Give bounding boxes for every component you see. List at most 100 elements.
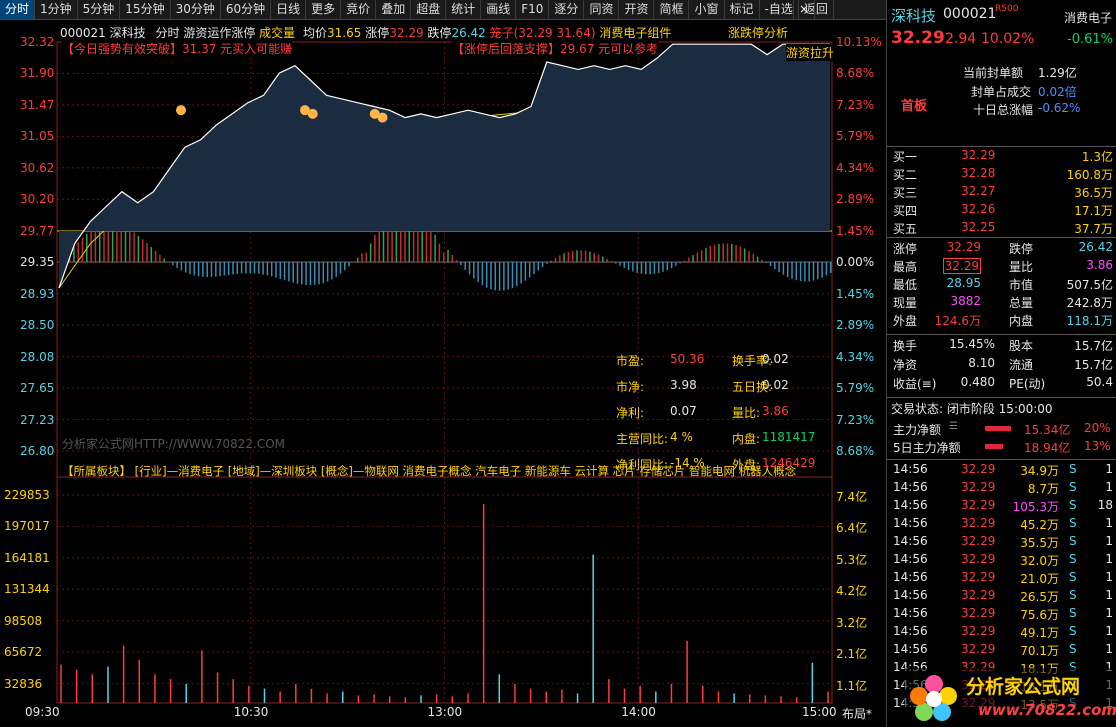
inner-value: 1181417 bbox=[762, 430, 816, 444]
header-limitdown-value: 26.42 bbox=[451, 26, 486, 40]
toolbar-item-11[interactable]: 统计 bbox=[446, 0, 482, 19]
pct-tick-label: 7.23% bbox=[836, 97, 875, 112]
header-cage: 笼子(32.29 31.64) bbox=[489, 26, 596, 40]
amount-tick-label: 2.1亿 bbox=[836, 647, 868, 662]
five-day-value: 0.02 bbox=[762, 378, 789, 392]
toolbar-item-15[interactable]: 同资 bbox=[584, 0, 620, 19]
price-tick-label: 29.35 bbox=[20, 255, 55, 270]
toolbar-item-4[interactable]: 30分钟 bbox=[171, 0, 221, 19]
pct-tick-label: 10.13% bbox=[836, 35, 882, 49]
amount-tick-label: 1.1亿 bbox=[836, 678, 868, 693]
tick-count: 1 bbox=[1105, 516, 1113, 530]
bid-volume: 160.8万 bbox=[1066, 168, 1113, 182]
stat-value: 15.45% bbox=[949, 337, 995, 351]
watermark-text: 分析家公式网HTTP://WWW.70822.COM bbox=[62, 437, 286, 451]
toolbar-item-6[interactable]: 日线 bbox=[271, 0, 307, 19]
tick-time: 14:56 bbox=[893, 552, 928, 566]
stat-value: 32.29 bbox=[946, 240, 981, 254]
pct-tick-label: 5.79% bbox=[836, 381, 875, 396]
divider bbox=[887, 146, 1116, 147]
tick-time: 14:56 bbox=[893, 606, 928, 620]
toolbar-item-18[interactable]: 小窗 bbox=[689, 0, 725, 19]
stat-label: 现量 bbox=[893, 296, 918, 310]
price-tick-label: 29.77 bbox=[20, 223, 55, 238]
toolbar-item-19[interactable]: 标记 bbox=[725, 0, 760, 19]
limit-analysis-button[interactable]: 涨跌停分析 bbox=[728, 24, 788, 41]
price-tick-label: 28.93 bbox=[20, 286, 55, 301]
price-tick-label: 31.90 bbox=[20, 66, 55, 81]
stat-label: 股本 bbox=[1009, 339, 1034, 353]
stat-label: 净资 bbox=[893, 358, 918, 372]
stat-label: 最高 bbox=[893, 260, 918, 274]
volume-tick-label: 131344 bbox=[4, 582, 50, 597]
stat-value: 15.7亿 bbox=[1074, 358, 1113, 372]
toolbar-item-8[interactable]: 竞价 bbox=[341, 0, 377, 19]
tick-volume: 32.0万 bbox=[1020, 554, 1059, 568]
tick-price: 32.29 bbox=[961, 624, 996, 638]
seal-label: 当前封单额 bbox=[963, 66, 1024, 80]
volume-tick-label: 164181 bbox=[4, 550, 50, 565]
sector-tag[interactable]: 消费电子 bbox=[1064, 9, 1112, 26]
toolbar-item-13[interactable]: F10 bbox=[516, 0, 550, 19]
toolbar-item-16[interactable]: 开资 bbox=[619, 0, 655, 19]
toolbar-item-3[interactable]: 15分钟 bbox=[120, 0, 171, 19]
logo-text: 分析家公式网 bbox=[966, 676, 1081, 698]
volume-tick-label: 65672 bbox=[4, 645, 43, 660]
intraday-chart[interactable] bbox=[0, 20, 886, 727]
toolbar-item-14[interactable]: 逐分 bbox=[549, 0, 585, 19]
pct-tick-label: 2.89% bbox=[836, 318, 875, 333]
bid-volume: 17.1万 bbox=[1074, 204, 1113, 218]
tick-direction: S bbox=[1069, 552, 1077, 566]
tick-price: 32.29 bbox=[961, 462, 996, 476]
tick-count: 1 bbox=[1105, 642, 1113, 656]
toolbar-item-5[interactable]: 60分钟 bbox=[221, 0, 272, 19]
stat-label: 涨停 bbox=[893, 242, 918, 256]
stat-value: 28.95 bbox=[946, 276, 981, 290]
volume-tick-label: 197017 bbox=[4, 519, 50, 534]
first-board-badge: 首板 bbox=[901, 99, 928, 114]
price-tick-label: 27.23 bbox=[20, 412, 55, 427]
divider bbox=[887, 237, 1116, 238]
toolbar-item-2[interactable]: 5分钟 bbox=[78, 0, 121, 19]
inner-label: 内盘: bbox=[732, 432, 761, 446]
bid-volume: 37.7万 bbox=[1074, 222, 1113, 236]
five-day-net-label: 5日主力净额 bbox=[893, 441, 961, 455]
five-day-net-bar bbox=[985, 444, 1003, 449]
tick-direction: S bbox=[1069, 462, 1077, 476]
tick-direction: S bbox=[1069, 642, 1077, 656]
toolbar-item-0[interactable]: 分时 bbox=[0, 0, 36, 19]
toolbar-item-12[interactable]: 画线 bbox=[481, 0, 517, 19]
header-limitup-value: 32.29 bbox=[389, 26, 424, 40]
last-price: 32.29 bbox=[891, 28, 945, 48]
tick-price: 32.29 bbox=[961, 480, 996, 494]
toolbar-item-7[interactable]: 更多 bbox=[306, 0, 342, 19]
amount-tick-label: 3.2亿 bbox=[836, 615, 868, 630]
toolbar-item-9[interactable]: 叠加 bbox=[376, 0, 412, 19]
ten-day-value: -0.62% bbox=[1038, 101, 1081, 115]
stat-value: 32.29 bbox=[942, 258, 981, 274]
list-icon[interactable]: ☰ bbox=[949, 421, 958, 432]
bid-label: 买四 bbox=[893, 204, 918, 218]
layout-button[interactable]: 布局* bbox=[842, 705, 872, 722]
tick-count: 1 bbox=[1105, 624, 1113, 638]
tick-price: 32.29 bbox=[961, 516, 996, 530]
stock-code: 000021 bbox=[943, 6, 997, 22]
tick-price: 32.29 bbox=[961, 642, 996, 656]
header-code: 000021 bbox=[60, 26, 106, 40]
tick-direction: S bbox=[1069, 570, 1077, 584]
site-logo: 分析家公式网 www.70822.com bbox=[904, 668, 1116, 727]
stat-label: 市值 bbox=[1009, 278, 1034, 292]
tick-count: 1 bbox=[1105, 588, 1113, 602]
toolbar-item-1[interactable]: 1分钟 bbox=[35, 0, 78, 19]
bid-label: 买二 bbox=[893, 168, 918, 182]
pb-label: 市净: bbox=[616, 380, 645, 394]
hand-marker-icon bbox=[377, 112, 388, 123]
toolbar-item-17[interactable]: 简框 bbox=[654, 0, 690, 19]
toolbar-item-10[interactable]: 超盘 bbox=[411, 0, 447, 19]
tick-price: 32.29 bbox=[961, 606, 996, 620]
header-limitup-label: 涨停 bbox=[365, 26, 390, 40]
tick-time: 14:56 bbox=[893, 498, 928, 512]
header-avg-value: 31.65 bbox=[327, 26, 362, 40]
close-icon[interactable]: × bbox=[793, 0, 816, 19]
stock-name: 深科技 bbox=[891, 7, 937, 25]
